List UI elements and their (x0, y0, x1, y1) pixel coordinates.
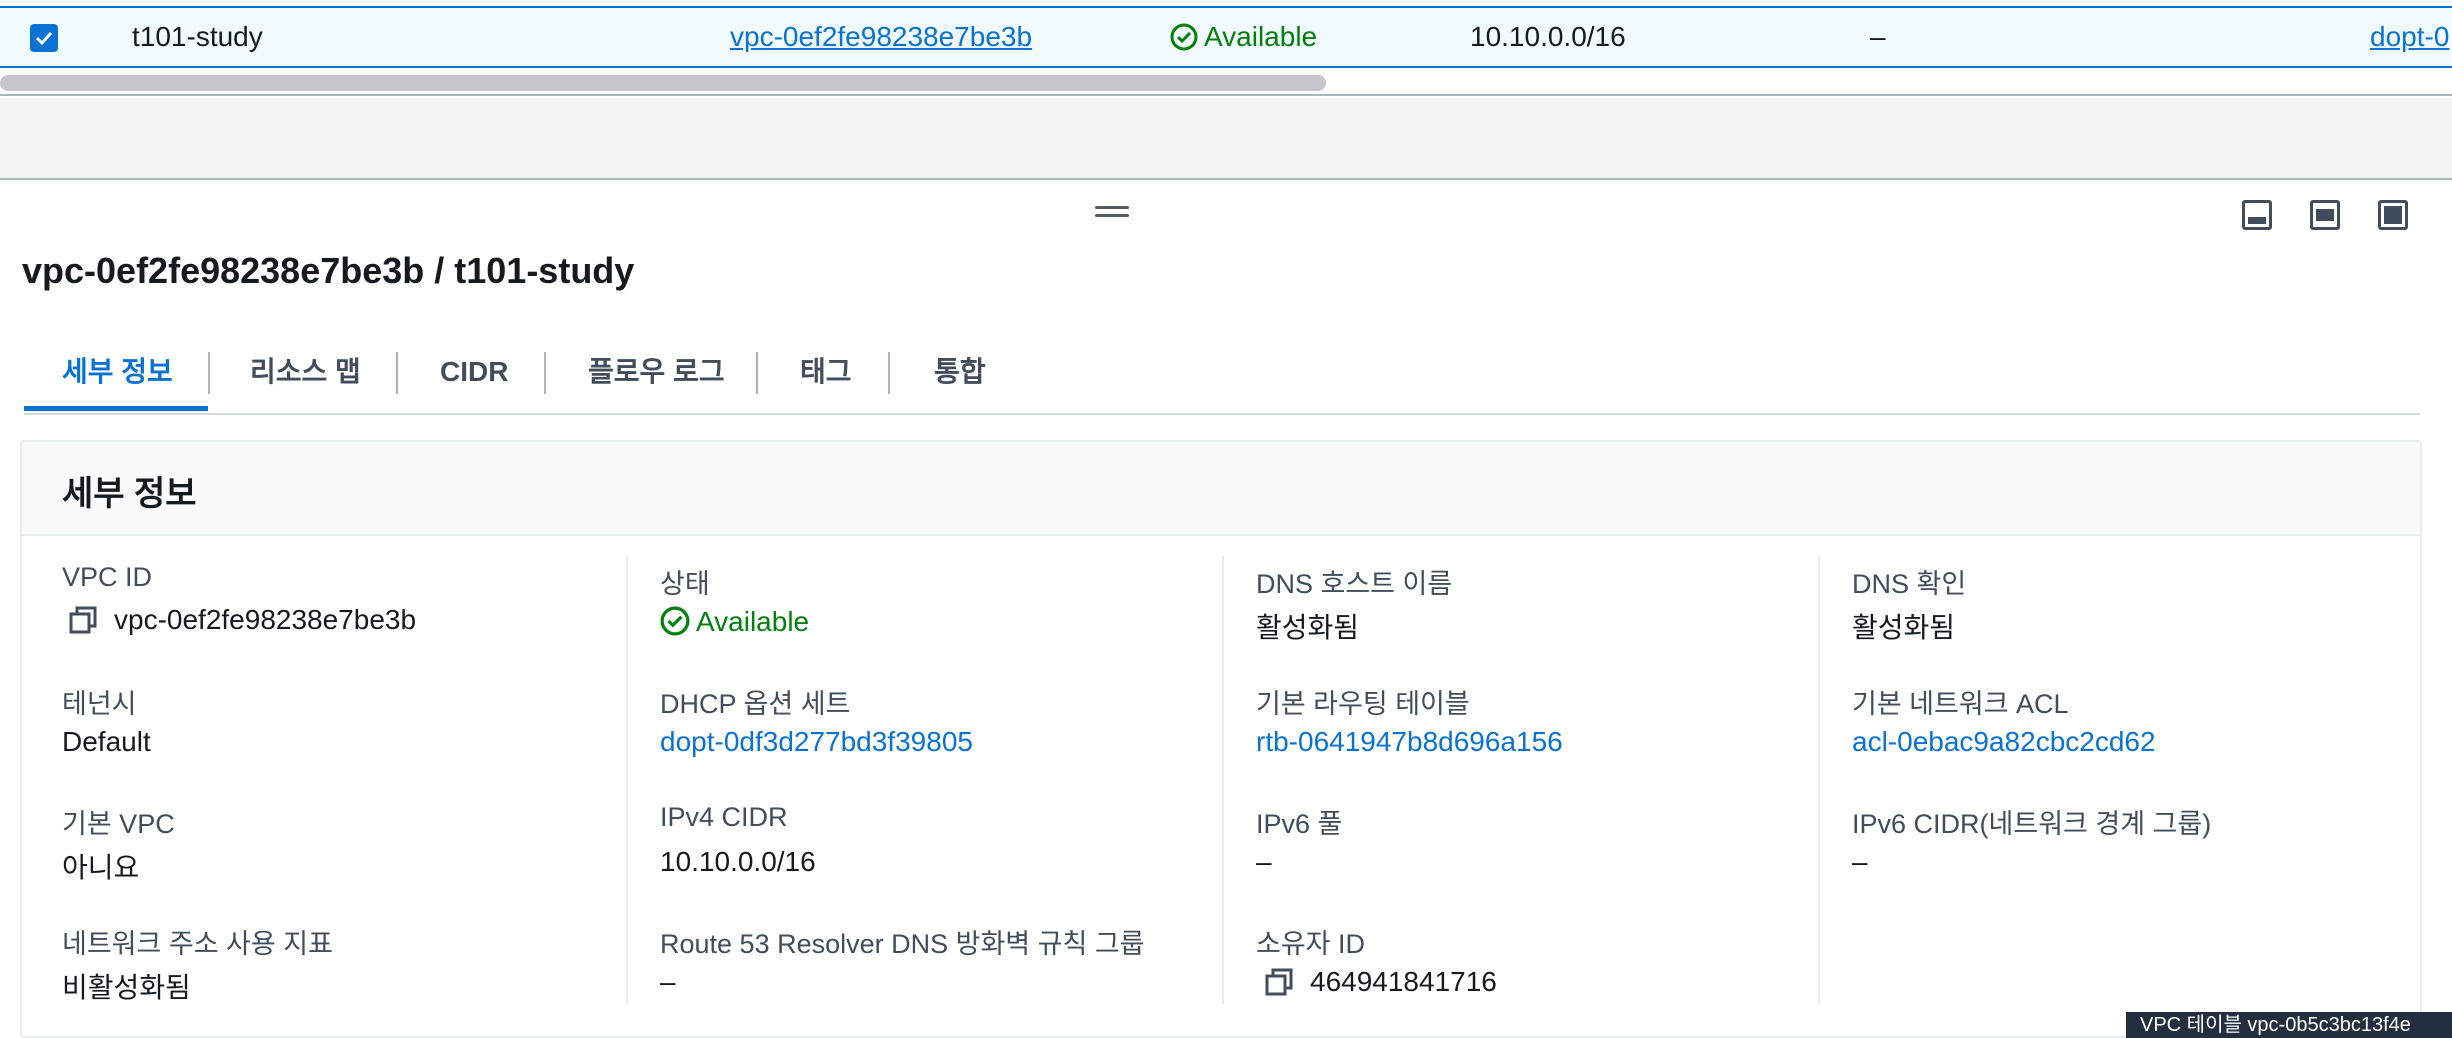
table-row[interactable]: t101-study vpc-0ef2fe98238e7be3b Availab… (0, 6, 2452, 68)
vpc-id-text: vpc-0ef2fe98238e7be3b (114, 604, 417, 635)
state-label: 상태 (660, 569, 710, 599)
main-route-table-link[interactable]: rtb-0641947b8d696a156 (1256, 726, 1563, 758)
dns-hostnames-label: DNS 호스트 이름 (1256, 569, 1453, 599)
ipv4-cidr-value: 10.10.0.0/16 (660, 846, 816, 877)
tab-tags[interactable]: 태그 (800, 346, 852, 414)
tenancy-value: Default (62, 726, 151, 757)
ipv6-cidr-group-label: IPv6 CIDR(네트워크 경계 그룹) (1852, 809, 2212, 839)
state-text: Available (696, 606, 810, 637)
vpc-id-value: vpc-0ef2fe98238e7be3b (68, 604, 416, 636)
row-vpc-id-link[interactable]: vpc-0ef2fe98238e7be3b (730, 8, 1032, 66)
details-card-header: 세부 정보 (22, 442, 2420, 536)
main-nacl-link[interactable]: acl-0ebac9a82cbc2cd62 (1852, 726, 2156, 758)
status-available-icon (1170, 23, 1198, 51)
net-addr-usage-label: 네트워크 주소 사용 지표 (62, 929, 333, 959)
owner-id-value: 464941841716 (1264, 966, 1497, 998)
dns-resolution-value: 활성화됨 (1852, 612, 1956, 643)
tab-cidr[interactable]: CIDR (440, 346, 508, 414)
details-heading: 세부 정보 (62, 475, 197, 513)
row-state-text: Available (1204, 21, 1318, 52)
checkmark-icon (35, 31, 53, 46)
vpc-id-label: VPC ID (62, 562, 153, 592)
tab-integrations[interactable]: 통합 (934, 346, 986, 414)
copy-icon[interactable] (68, 605, 98, 635)
dns-resolution-label: DNS 확인 (1852, 569, 1967, 599)
net-addr-usage-value: 비활성화됨 (62, 972, 191, 1003)
drag-handle-icon[interactable] (1095, 206, 1129, 220)
route53-label: Route 53 Resolver DNS 방화벽 규칙 그룹 (660, 929, 1145, 959)
main-nacl-label: 기본 네트워크 ACL (1852, 689, 2069, 719)
ipv6-cidr-group-value: – (1852, 846, 1868, 877)
dhcp-link[interactable]: dopt-0df3d277bd3f39805 (660, 726, 973, 758)
row-ipv6-cidr: – (1870, 21, 1886, 52)
panel-side-icon[interactable] (2310, 200, 2340, 230)
main-route-table-label: 기본 라우팅 테이블 (1256, 689, 1470, 719)
horizontal-scrollbar[interactable] (0, 72, 2452, 96)
tab-resource-map[interactable]: 리소스 맵 (250, 346, 361, 414)
tab-bar-divider (24, 413, 2420, 415)
scrollbar-thumb[interactable] (0, 75, 1326, 91)
ipv6-pool-label: IPv6 풀 (1256, 809, 1343, 839)
route53-value: – (660, 966, 676, 997)
dhcp-label: DHCP 옵션 세트 (660, 689, 851, 719)
panel-full-icon[interactable] (2378, 200, 2408, 230)
panel-bottom-icon[interactable] (2242, 200, 2272, 230)
tab-flow-logs[interactable]: 플로우 로그 (588, 346, 725, 414)
row-dhcp-link[interactable]: dopt-0 (2370, 8, 2449, 66)
owner-id-label: 소유자 ID (1256, 929, 1366, 959)
state-value: Available (660, 606, 809, 638)
ipv4-cidr-label: IPv4 CIDR (660, 802, 788, 832)
row-name: t101-study (132, 21, 263, 52)
owner-id-text: 464941841716 (1310, 966, 1497, 997)
row-checkbox[interactable] (30, 24, 58, 52)
tooltip: VPC 테이블 vpc-0b5c3bc13f4e (2126, 1012, 2452, 1038)
row-state: Available (1170, 8, 1317, 66)
panel-title: vpc-0ef2fe98238e7be3b / t101-study (22, 250, 635, 291)
dns-hostnames-value: 활성화됨 (1256, 612, 1360, 643)
ipv6-pool-value: – (1256, 846, 1272, 877)
split-panel-gap (0, 98, 2452, 180)
copy-icon[interactable] (1264, 967, 1294, 997)
tab-details[interactable]: 세부 정보 (62, 346, 173, 414)
tenancy-label: 테넌시 (62, 689, 137, 719)
status-available-icon (660, 606, 690, 636)
default-vpc-value: 아니요 (62, 852, 140, 883)
active-tab-indicator (24, 406, 208, 411)
row-ipv4-cidr: 10.10.0.0/16 (1470, 21, 1626, 52)
default-vpc-label: 기본 VPC (62, 809, 175, 839)
